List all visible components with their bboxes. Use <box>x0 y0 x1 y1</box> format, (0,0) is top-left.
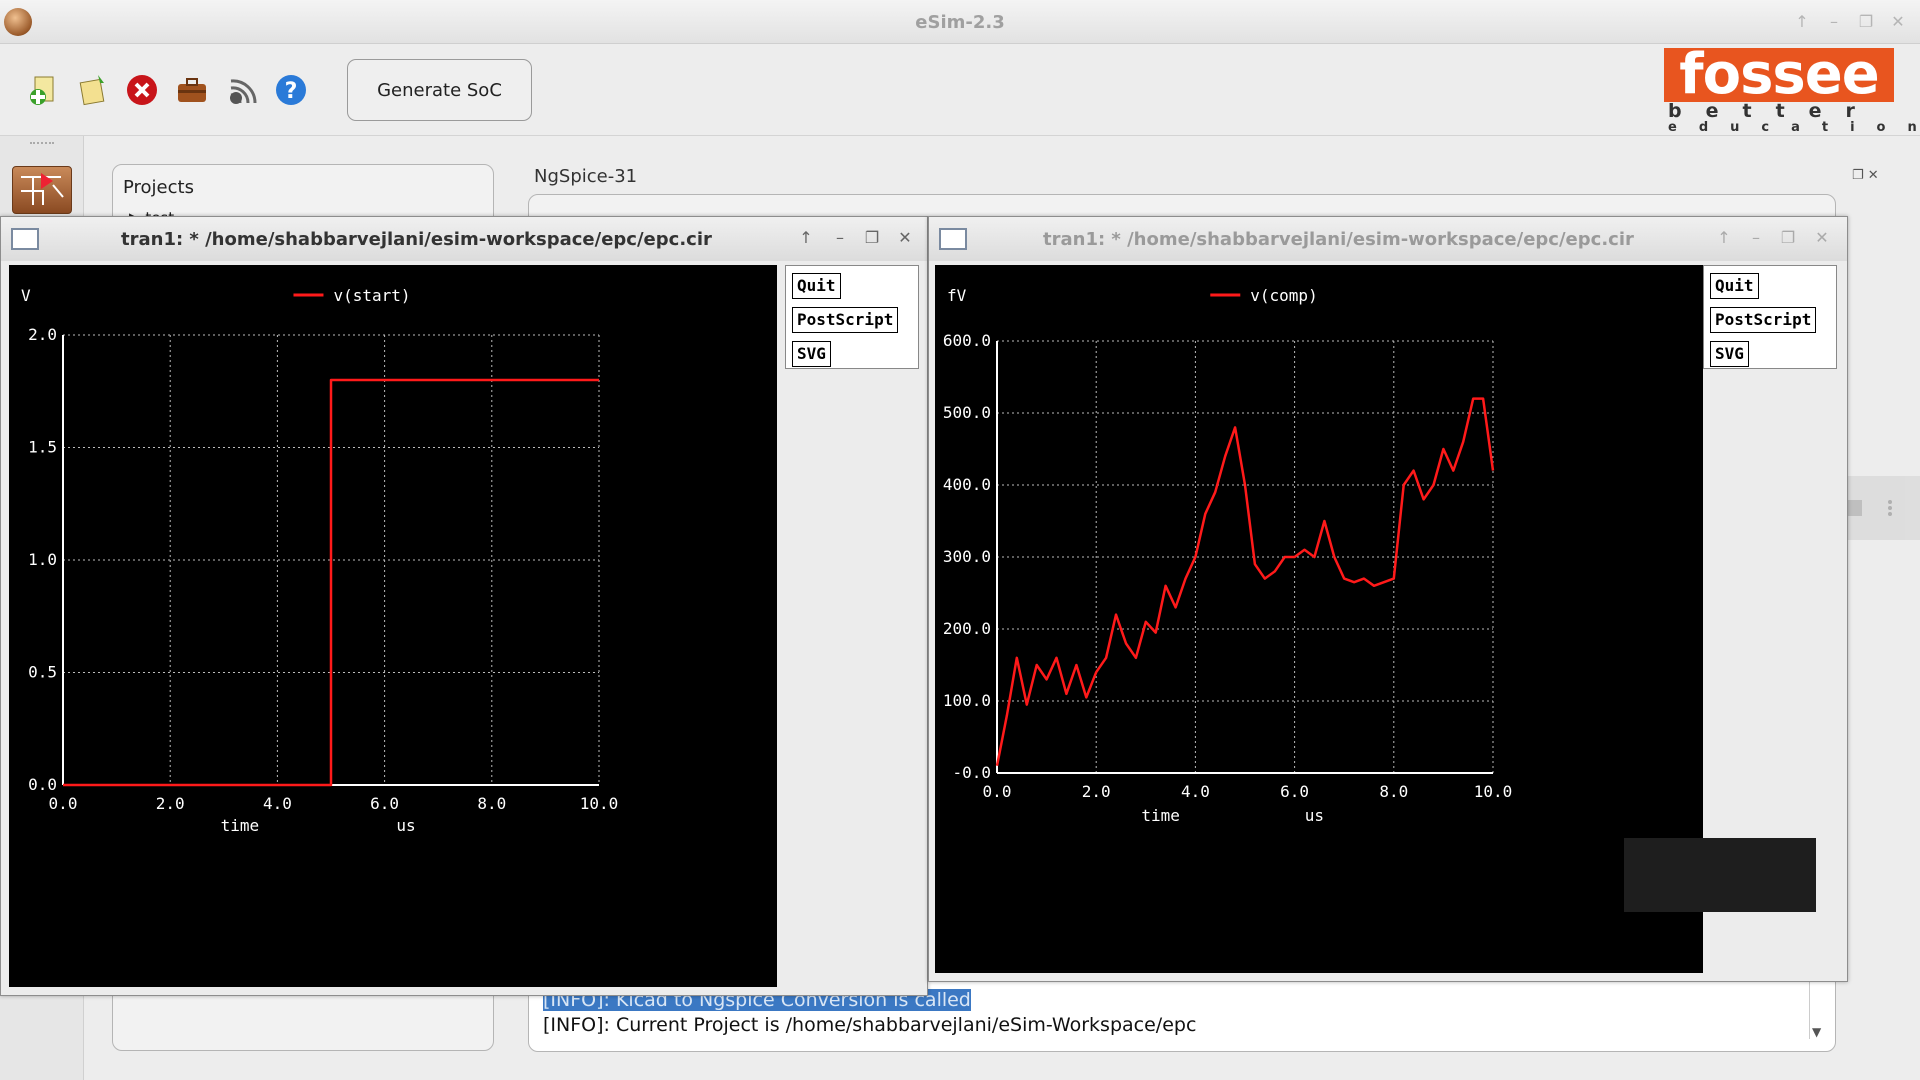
logo-education: education <box>1668 120 1920 135</box>
main-toolbar: ? Generate SoC fossee better education <box>0 44 1920 136</box>
series-line-vstart <box>63 378 599 787</box>
wifi-icon <box>230 79 257 104</box>
plot-window-titlebar[interactable]: tran1: * /home/shabbarvejlani/esim-works… <box>929 217 1847 261</box>
briefcase-icon <box>178 78 206 102</box>
y-tick-label: 1.0 <box>28 550 57 569</box>
x-axis-label: time <box>1141 806 1180 825</box>
x-axis-label: time <box>221 816 260 835</box>
legend-label: v(comp) <box>1250 286 1317 305</box>
x-tick-label: 10.0 <box>580 794 619 813</box>
window-menu-icon[interactable] <box>11 228 39 250</box>
close-window-icon[interactable]: ✕ <box>1811 228 1833 247</box>
new-project-button[interactable] <box>24 70 64 110</box>
x-tick-label: 0.0 <box>49 794 78 813</box>
close-window-icon[interactable]: ✕ <box>1888 12 1908 31</box>
toolbar-grip[interactable] <box>30 142 54 148</box>
plot-window-title: tran1: * /home/shabbarvejlani/esim-works… <box>1043 229 1634 250</box>
overlay-popup <box>1624 838 1816 912</box>
postscript-button[interactable]: PostScript <box>1710 307 1817 333</box>
plot-window-titlebar[interactable]: tran1: * /home/shabbarvejlani/esim-works… <box>1 217 927 261</box>
dock-float-icon[interactable]: ❐ <box>1852 168 1864 183</box>
new-project-icon <box>30 76 54 105</box>
open-project-icon <box>79 75 105 106</box>
plot-window-start: tran1: * /home/shabbarvejlani/esim-works… <box>0 216 928 996</box>
y-unit-label: fV <box>947 286 967 305</box>
plot-area-start[interactable]: 0.0 2.0 4.0 6.0 8.0 10.0 0.0 0.5 1.0 1.5 2.0 Vtime u… <box>9 265 777 987</box>
x-tick-label: 6.0 <box>1280 782 1309 801</box>
help-icon: ? <box>276 75 306 105</box>
window-titlebar: eSim-2.3 ↑ – ❐ ✕ <box>0 0 1920 44</box>
y-tick-label: 300.0 <box>943 547 991 566</box>
x-tick-label: 0.0 <box>983 782 1012 801</box>
maximize-icon[interactable]: ❐ <box>1777 228 1799 247</box>
projects-header: Projects <box>123 177 194 198</box>
open-project-button[interactable] <box>73 70 113 110</box>
maximize-icon[interactable]: ❐ <box>1856 12 1876 31</box>
x-tick-label: 4.0 <box>1181 782 1210 801</box>
fossee-logo: fossee better education <box>1664 47 1920 136</box>
y-tick-label: 500.0 <box>943 403 991 422</box>
window-menu-icon[interactable] <box>939 228 967 250</box>
y-tick-label: 2.0 <box>28 325 57 344</box>
wifi-button[interactable] <box>222 70 262 110</box>
series-line-vcomp <box>995 397 1495 767</box>
quit-button[interactable]: Quit <box>792 273 841 299</box>
schematic-icon <box>21 173 64 205</box>
plot-button-panel: Quit PostScript SVG <box>1703 265 1837 369</box>
quit-button[interactable]: Quit <box>1710 273 1759 299</box>
minimize-icon[interactable]: – <box>1745 228 1767 247</box>
keep-above-icon[interactable]: ↑ <box>795 228 817 247</box>
close-window-icon[interactable]: ✕ <box>894 228 916 247</box>
y-unit-label: V <box>21 286 31 305</box>
maximize-icon[interactable]: ❐ <box>861 228 883 247</box>
y-tick-label: 0.0 <box>28 775 57 794</box>
y-tick-label: 100.0 <box>943 691 991 710</box>
toolbox-button[interactable] <box>172 70 212 110</box>
plot-area-comp[interactable]: 0.0 2.0 4.0 6.0 8.0 10.0 -0.0 100.0 200.0 300.0 40… <box>935 265 1703 973</box>
x-unit-label: us <box>396 816 415 835</box>
y-tick-label: 600.0 <box>943 331 991 350</box>
x-unit-label: us <box>1305 806 1324 825</box>
x-tick-label: 2.0 <box>156 794 185 813</box>
console-line[interactable]: [INFO]: Current Project is /home/shabbar… <box>543 1014 1196 1036</box>
dock-controls: ❐ ✕ <box>1852 168 1879 183</box>
x-tick-label: 6.0 <box>370 794 399 813</box>
help-button[interactable]: ? <box>271 70 311 110</box>
svg-text:?: ? <box>285 79 298 104</box>
logo-fossee: fossee <box>1664 47 1894 103</box>
x-tick-label: 2.0 <box>1082 782 1111 801</box>
minimize-icon[interactable]: – <box>1824 12 1844 31</box>
window-title: eSim-2.3 <box>915 12 1005 33</box>
keep-above-icon[interactable]: ↑ <box>1792 12 1812 31</box>
y-tick-label: 0.5 <box>28 663 57 682</box>
x-tick-label: 4.0 <box>263 794 292 813</box>
svg-button[interactable]: SVG <box>792 341 831 367</box>
y-tick-label: 400.0 <box>943 475 991 494</box>
logo-better: better <box>1668 100 1879 122</box>
generate-soc-button[interactable]: Generate SoC <box>347 59 532 121</box>
minimize-icon[interactable]: – <box>829 228 851 247</box>
y-tick-label: 1.5 <box>28 438 57 457</box>
dock-close-icon[interactable]: ✕ <box>1868 168 1879 183</box>
x-tick-label: 8.0 <box>1379 782 1408 801</box>
plot-window-title: tran1: * /home/shabbarvejlani/esim-works… <box>121 229 712 250</box>
y-tick-label: 200.0 <box>943 619 991 638</box>
y-tick-label: -0.0 <box>952 763 991 782</box>
close-project-button[interactable] <box>122 70 162 110</box>
keep-above-icon[interactable]: ↑ <box>1713 228 1735 247</box>
schematic-editor-button[interactable] <box>12 166 72 214</box>
plot-button-panel: Quit PostScript SVG <box>785 265 919 369</box>
close-icon <box>127 75 157 105</box>
postscript-button[interactable]: PostScript <box>792 307 899 333</box>
legend-label: v(start) <box>333 286 410 305</box>
svg-button[interactable]: SVG <box>1710 341 1749 367</box>
x-tick-label: 10.0 <box>1474 782 1513 801</box>
x-tick-label: 8.0 <box>477 794 506 813</box>
ngspice-dock-title: NgSpice-31 <box>534 166 638 187</box>
